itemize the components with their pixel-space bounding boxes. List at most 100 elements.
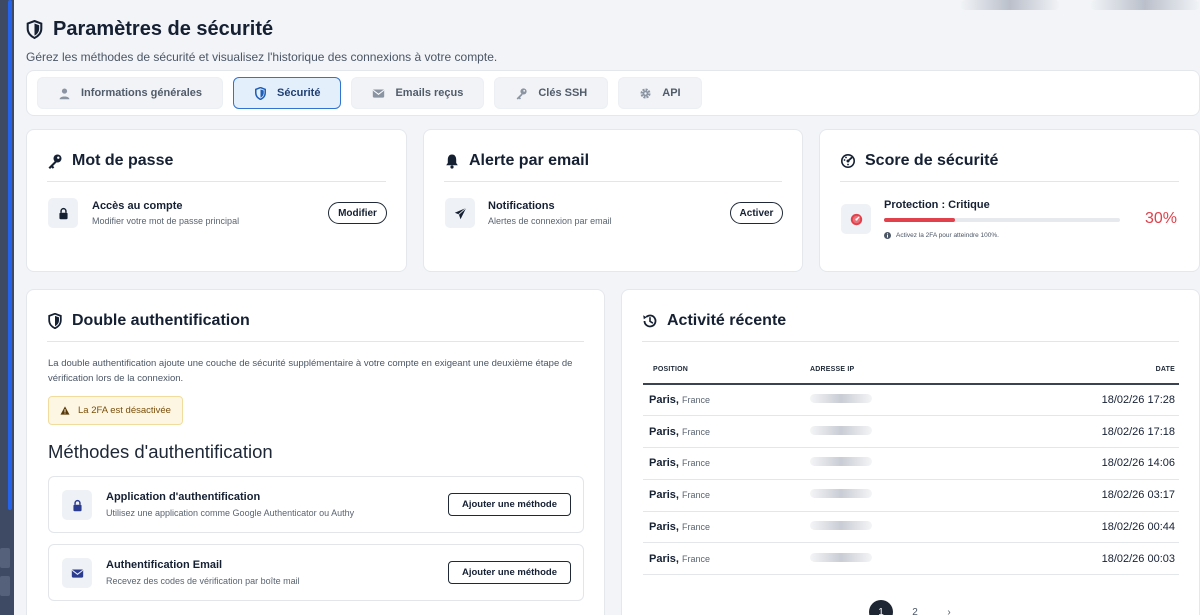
- methods-title: Méthodes d'authentification: [48, 441, 273, 462]
- shield-icon: [255, 86, 267, 100]
- table-row: Paris, France 18/02/26 00:44: [643, 511, 1179, 544]
- user-icon: [59, 87, 70, 99]
- column-header-date: DATE: [1010, 356, 1179, 385]
- shield-icon: [26, 20, 43, 39]
- tab-label: Informations générales: [81, 87, 203, 99]
- item-icon-box: [841, 204, 871, 234]
- cell-ip: [810, 415, 1010, 449]
- info-icon: [884, 232, 891, 239]
- tab-label: Clés SSH: [538, 87, 588, 99]
- table-row: Paris, France 18/02/26 03:17: [643, 479, 1179, 512]
- cell-ip: [810, 479, 1010, 512]
- blurred-region: [1090, 0, 1200, 10]
- method-icon-box: [62, 490, 92, 520]
- card-title: Activité récente: [642, 312, 786, 330]
- tab-label: API: [662, 87, 681, 99]
- country: France: [682, 490, 711, 501]
- cell-date: 18/02/26 17:28: [1010, 384, 1179, 417]
- city: Paris,: [649, 394, 679, 407]
- divider: [840, 181, 1179, 182]
- tab-security[interactable]: Sécurité: [233, 77, 342, 109]
- add-authenticator-method-button[interactable]: Ajouter une méthode: [448, 493, 571, 516]
- cell-date: 18/02/26 17:18: [1010, 415, 1179, 449]
- envelope-icon: [373, 88, 385, 98]
- page-1-button[interactable]: 1: [869, 600, 893, 615]
- card-title: Double authentification: [47, 312, 250, 330]
- cell-position: Paris, France: [643, 447, 810, 480]
- item-title: Notifications: [488, 200, 555, 212]
- cell-position: Paris, France: [643, 479, 810, 512]
- security-progress-bar: [884, 218, 1120, 222]
- item-subtitle: Alertes de connexion par email: [488, 216, 612, 226]
- ip-address-redacted: [810, 489, 872, 499]
- bell-icon: [446, 154, 458, 169]
- page-title-text: Paramètres de sécurité: [53, 18, 274, 40]
- method-subtitle: Utilisez une application comme Google Au…: [106, 508, 355, 518]
- city: Paris,: [649, 489, 679, 502]
- ip-address-redacted: [810, 552, 872, 562]
- security-progress-fill: [884, 218, 955, 222]
- cell-ip: [810, 542, 1010, 576]
- country: France: [682, 458, 711, 469]
- cell-position: Paris, France: [643, 542, 810, 576]
- card-title: Mot de passe: [47, 152, 173, 170]
- add-email-method-button[interactable]: Ajouter une méthode: [448, 561, 571, 584]
- cell-ip: [810, 511, 1010, 544]
- key-icon: [516, 87, 527, 100]
- tab-emails-received[interactable]: Emails reçus: [351, 77, 485, 109]
- tab-api[interactable]: API: [618, 77, 702, 109]
- cell-ip: [810, 384, 1010, 417]
- protection-level-label: Protection : Critique: [884, 199, 990, 211]
- gauge-icon: [850, 213, 862, 225]
- warning-icon: [60, 406, 70, 415]
- method-title: Authentification Email: [106, 559, 223, 571]
- table-row: Paris, France 18/02/26 17:28: [643, 384, 1179, 417]
- activity-table: POSITION ADRESSE IP DATE Paris, France 18…: [643, 356, 1179, 576]
- column-header-position: POSITION: [643, 356, 810, 385]
- score-hint: Activez la 2FA pour atteindre 100%.: [884, 232, 999, 239]
- divider: [47, 341, 584, 342]
- two-factor-description: La double authentification ajoute une co…: [48, 358, 573, 384]
- column-header-ip: ADRESSE IP: [810, 356, 1010, 385]
- score-hint-text: Activez la 2FA pour atteindre 100%.: [896, 232, 999, 239]
- card-title-text: Mot de passe: [72, 152, 174, 169]
- settings-tabs: Informations générales Sécurité Emails r…: [26, 70, 1200, 116]
- card-title-text: Score de sécurité: [865, 152, 999, 169]
- method-icon-box: [62, 558, 92, 588]
- country: France: [682, 522, 711, 533]
- item-icon-box: [48, 198, 78, 228]
- method-email-auth: Authentification Email Recevez des codes…: [48, 544, 584, 601]
- shield-icon: [48, 313, 62, 329]
- taskbar-stub: [0, 548, 10, 568]
- next-page-button[interactable]: ›: [937, 600, 961, 615]
- two-factor-warning-badge: La 2FA est désactivée: [48, 396, 183, 425]
- city: Paris,: [649, 425, 679, 438]
- envelope-icon: [71, 568, 83, 578]
- ip-address-redacted: [810, 425, 872, 435]
- cell-position: Paris, France: [643, 384, 810, 417]
- taskbar-stub: [0, 576, 10, 596]
- security-score-percent: 30%: [1144, 210, 1177, 227]
- card-title-text: Double authentification: [72, 312, 250, 329]
- card-title: Alerte par email: [444, 152, 589, 170]
- window-left-edge: [0, 0, 14, 615]
- divider: [642, 341, 1179, 342]
- security-score-card: Score de sécurité Protection : Critique …: [819, 129, 1200, 272]
- lock-icon: [72, 499, 82, 511]
- ip-address-redacted: [810, 457, 872, 467]
- modify-password-button[interactable]: Modifier: [328, 202, 387, 224]
- card-title-text: Alerte par email: [469, 152, 590, 169]
- table-header-row: POSITION ADRESSE IP DATE: [643, 356, 1179, 385]
- table-row: Paris, France 18/02/26 17:18: [643, 415, 1179, 449]
- cell-ip: [810, 447, 1010, 480]
- tab-label: Sécurité: [277, 87, 321, 99]
- page-2-button[interactable]: 2: [903, 600, 927, 615]
- history-icon: [643, 314, 657, 328]
- page-subtitle: Gérez les méthodes de sécurité et visual…: [26, 50, 498, 64]
- tab-general-info[interactable]: Informations générales: [37, 77, 224, 109]
- two-factor-card: Double authentification La double authen…: [26, 289, 605, 615]
- cell-date: 18/02/26 03:17: [1010, 479, 1179, 512]
- tab-ssh-keys[interactable]: Clés SSH: [494, 77, 609, 109]
- lock-icon: [58, 207, 68, 219]
- activate-email-alert-button[interactable]: Activer: [730, 202, 783, 224]
